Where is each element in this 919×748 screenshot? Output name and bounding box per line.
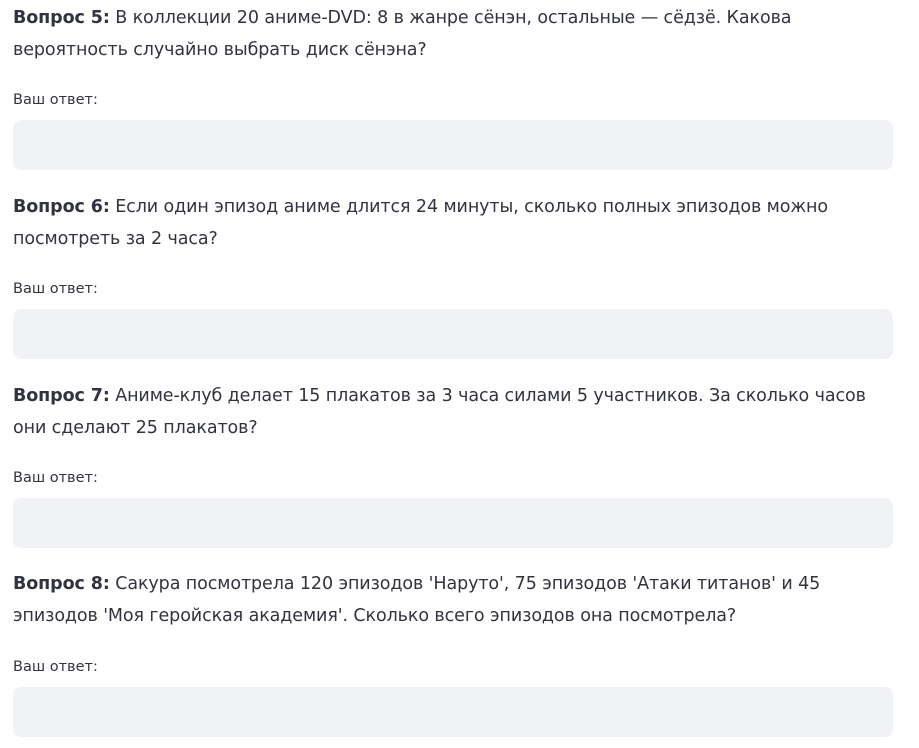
question-5-answer-label: Ваш ответ: bbox=[13, 92, 98, 108]
question-8-answer-input[interactable] bbox=[13, 687, 893, 737]
question-7-answer-label: Ваш ответ: bbox=[13, 470, 98, 486]
question-5-answer-input[interactable] bbox=[13, 120, 893, 170]
question-7-body: Аниме-клуб делает 15 плакатов за 3 часа … bbox=[13, 386, 866, 438]
question-6: Вопрос 6: Если один эпизод аниме длится … bbox=[13, 191, 893, 361]
question-6-number: Вопрос 6: bbox=[13, 197, 110, 217]
question-8-number: Вопрос 8: bbox=[13, 574, 110, 594]
question-5-text: Вопрос 5: В коллекции 20 аниме-DVD: 8 в … bbox=[13, 2, 893, 66]
question-5-number: Вопрос 5: bbox=[13, 8, 110, 28]
question-7-answer-input[interactable] bbox=[13, 498, 893, 548]
question-8-answer-label: Ваш ответ: bbox=[13, 659, 98, 675]
question-8-text: Вопрос 8: Сакура посмотрела 120 эпизодов… bbox=[13, 568, 893, 632]
question-7: Вопрос 7: Аниме-клуб делает 15 плакатов … bbox=[13, 380, 893, 550]
question-6-answer-label: Ваш ответ: bbox=[13, 281, 98, 297]
question-6-text: Вопрос 6: Если один эпизод аниме длится … bbox=[13, 191, 893, 255]
question-8-body: Сакура посмотрела 120 эпизодов 'Наруто',… bbox=[13, 574, 821, 626]
question-7-number: Вопрос 7: bbox=[13, 386, 110, 406]
question-5-body: В коллекции 20 аниме-DVD: 8 в жанре сёнэ… bbox=[13, 8, 792, 60]
quiz-page: Вопрос 5: В коллекции 20 аниме-DVD: 8 в … bbox=[0, 0, 919, 748]
question-8: Вопрос 8: Сакура посмотрела 120 эпизодов… bbox=[13, 568, 893, 738]
question-6-answer-input[interactable] bbox=[13, 309, 893, 359]
question-6-body: Если один эпизод аниме длится 24 минуты,… bbox=[13, 197, 828, 249]
question-7-text: Вопрос 7: Аниме-клуб делает 15 плакатов … bbox=[13, 380, 893, 444]
question-5: Вопрос 5: В коллекции 20 аниме-DVD: 8 в … bbox=[13, 2, 893, 172]
